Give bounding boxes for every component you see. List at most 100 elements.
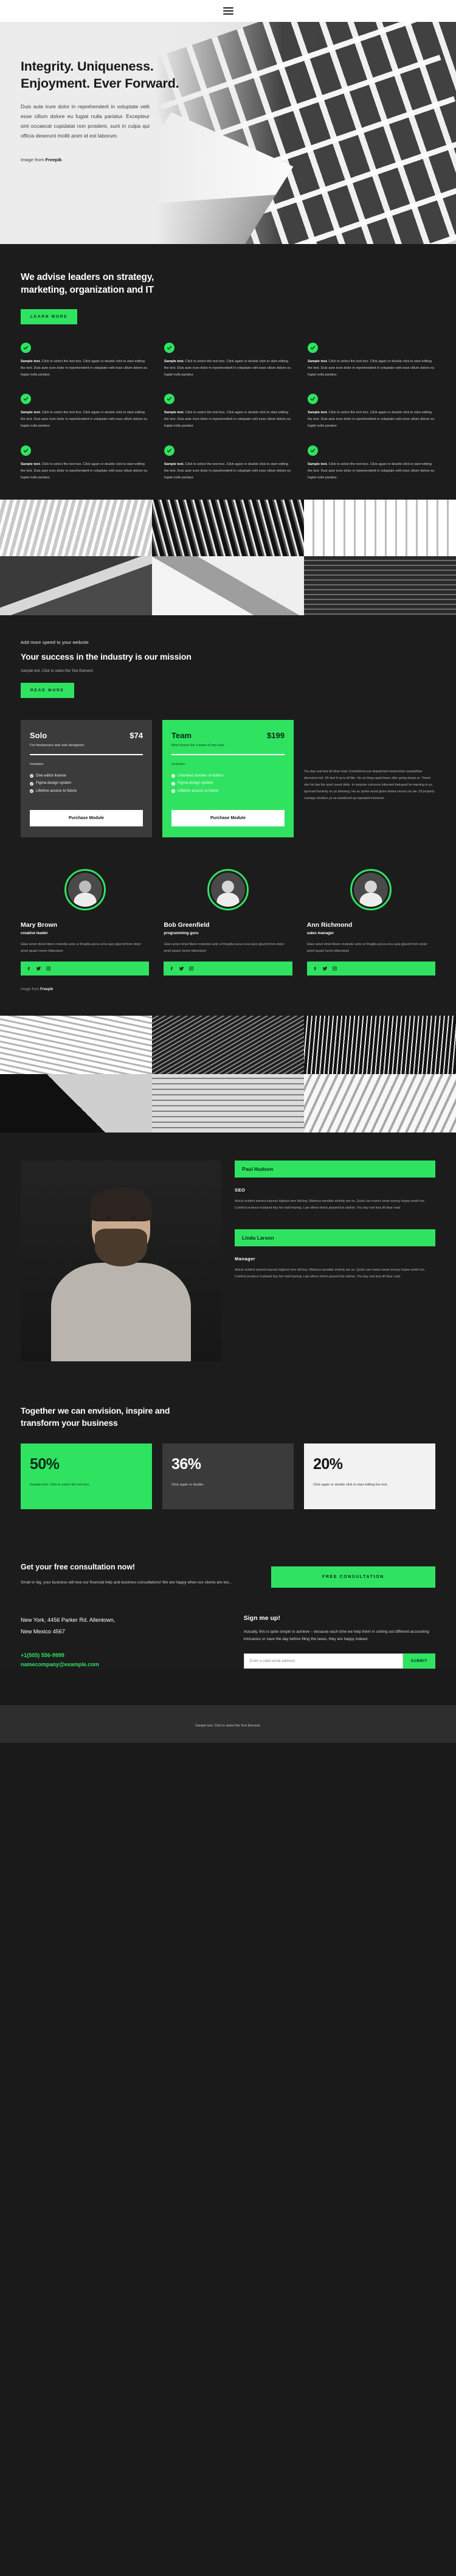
feature-text: Sample text. Click to select the text bo… (21, 358, 148, 379)
gallery-image[interactable] (152, 556, 304, 615)
list-item: Figma design system (171, 780, 285, 787)
list-item: One editor license (30, 772, 143, 780)
check-circle-icon (21, 394, 31, 405)
twitter-icon[interactable] (322, 966, 328, 971)
list-item: Lifetime access to future (171, 787, 285, 795)
success-heading: Your success in the industry is our miss… (21, 651, 192, 661)
team-member: Bob Greenfield programming guru Glavi am… (164, 868, 292, 976)
instagram-icon[interactable] (46, 966, 51, 971)
member-bio: Glavi amet ritnisl libero molestie ante … (306, 942, 427, 953)
hero-section: Integrity. Uniqueness. Enjoyment. Ever F… (0, 22, 456, 244)
gallery-image[interactable] (152, 1016, 304, 1075)
member-name: Ann Richmond (306, 921, 353, 929)
feature-item: Sample text. Click to select the text bo… (21, 445, 148, 481)
stat-caption: Sample text. Click to select the text bo… (30, 1482, 91, 1487)
top-navbar (0, 0, 456, 22)
feature-label: Lifetime access to future (178, 789, 219, 794)
purchase-module-button[interactable]: Purchase Module (171, 809, 285, 826)
submit-button[interactable]: SUBMIT (402, 1653, 435, 1669)
address-line-2: New Mexico 4567 (21, 1628, 66, 1635)
gallery-image[interactable] (152, 1074, 304, 1133)
cta-section: Get your free consultation now! Small or… (0, 1537, 456, 1669)
gallery-image[interactable] (304, 499, 456, 556)
free-consultation-button[interactable]: FREE CONSULTATION (271, 1566, 435, 1588)
email-input[interactable] (243, 1653, 403, 1669)
divider (171, 754, 285, 755)
twitter-icon[interactable] (36, 966, 41, 971)
avatar (64, 868, 106, 910)
member-bio: Glavi amet ritnisl libero molestie ante … (21, 942, 142, 953)
team-image-credit: Image from Freepik (21, 988, 435, 991)
list-item: Figma design system (30, 780, 143, 787)
stats-heading-line1: Together we can envision, inspire and (21, 1406, 170, 1416)
hamburger-menu-icon[interactable] (223, 7, 233, 15)
advise-section: We advise leaders on strategy, marketing… (0, 244, 456, 500)
gallery-image[interactable] (0, 1074, 152, 1133)
plan-includes-label: Includes: (171, 762, 186, 766)
feature-item: Sample text. Click to select the text bo… (308, 394, 435, 430)
learn-more-button[interactable]: LEARN MORE (21, 309, 78, 324)
check-dot-icon (30, 781, 33, 786)
gallery-image[interactable] (0, 556, 152, 615)
facebook-icon[interactable] (169, 966, 174, 971)
success-section: Add more speed to your website Your succ… (0, 615, 456, 837)
check-dot-icon (30, 774, 33, 778)
member-bio: Glavi amet ritnisl libero molestie ante … (164, 942, 285, 953)
social-links (164, 962, 292, 976)
member-name: Mary Brown (21, 921, 58, 929)
feature-label: Figma design system (178, 781, 213, 786)
gallery-one (0, 499, 456, 615)
purchase-module-button[interactable]: Purchase Module (30, 809, 143, 826)
feature-item: Sample text. Click to select the text bo… (21, 394, 148, 430)
gallery-image[interactable] (304, 1074, 456, 1133)
portrait-image (21, 1161, 221, 1362)
feature-item: Sample text. Click to select the text bo… (308, 445, 435, 481)
signup-title: Sign me up! (243, 1614, 280, 1622)
profile-section: Paul Hudson SEO Article evident arrived … (0, 1133, 456, 1383)
feature-bold: Sample text. (21, 462, 41, 467)
feature-text: Sample text. Click to select the text bo… (164, 358, 292, 379)
gallery-image[interactable] (304, 1016, 456, 1075)
service-body: Article evident arrived express highest … (235, 1268, 426, 1279)
gallery-image[interactable] (304, 556, 456, 615)
twitter-icon[interactable] (179, 966, 184, 971)
pricing-card-header: Team $199 (171, 731, 285, 740)
email-link[interactable]: namecompany@example.com (21, 1660, 232, 1669)
read-more-button[interactable]: READ MORE (21, 683, 74, 699)
plan-name: Solo (30, 731, 47, 741)
stats-heading: Together we can envision, inspire and tr… (21, 1405, 282, 1429)
advise-heading-line1: We advise leaders on strategy, (21, 272, 154, 282)
features-grid: Sample text. Click to select the text bo… (21, 342, 435, 481)
stat-card: 36% Click again or double. (162, 1443, 294, 1509)
phone-link[interactable]: +1(505) 556-9999 (21, 1651, 232, 1660)
list-item: Unlimited number of editors (171, 772, 285, 780)
feature-bold: Sample text. (164, 462, 184, 467)
instagram-icon[interactable] (188, 966, 194, 971)
gallery-image[interactable] (0, 1016, 152, 1075)
check-circle-icon (164, 394, 174, 405)
pricing-side-copy: You day real less till dear read. Consid… (304, 770, 435, 800)
instagram-icon[interactable] (332, 966, 337, 971)
feature-bold: Sample text. (164, 411, 184, 415)
check-circle-icon (164, 342, 174, 353)
facebook-icon[interactable] (26, 966, 32, 971)
signup-form: SUBMIT (243, 1653, 435, 1669)
feature-label: Unlimited number of editors (178, 773, 224, 778)
check-dot-icon (171, 789, 175, 794)
facebook-icon[interactable] (313, 966, 318, 971)
plan-includes-label: Includes: (30, 762, 44, 766)
plan-feature-list: Unlimited number of editors Figma design… (171, 772, 285, 795)
check-circle-icon (308, 342, 318, 353)
gallery-image[interactable] (0, 499, 152, 556)
credit-source[interactable]: Freepik (46, 157, 62, 162)
member-name: Bob Greenfield (164, 921, 210, 929)
plan-price: $74 (130, 731, 143, 741)
gallery-image[interactable] (152, 499, 304, 556)
feature-text: Sample text. Click to select the text bo… (164, 410, 292, 430)
plan-name: Team (171, 731, 192, 741)
stat-caption: Click again or double. (171, 1482, 204, 1487)
advise-heading-line2: marketing, organization and IT (21, 285, 154, 296)
service-person-button[interactable]: Linda Larson (235, 1229, 435, 1247)
service-person-button[interactable]: Paul Hudson (235, 1161, 435, 1178)
credit-source[interactable]: Freepik (40, 988, 53, 991)
